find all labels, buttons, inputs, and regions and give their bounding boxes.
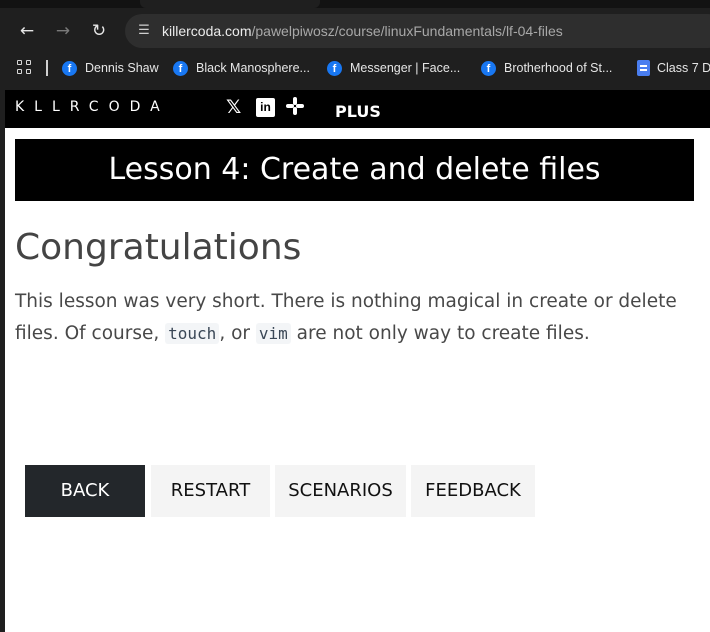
code-vim: vim [255,323,291,344]
url-path: /pawelpiwosz/course/linuxFundamentals/lf… [251,23,563,39]
back-button[interactable]: BACK [25,465,145,517]
back-arrow-icon[interactable]: ← [17,21,37,41]
page-heading: Congratulations [15,227,302,268]
text-segment: are not only way to create files. [290,323,590,344]
url-text[interactable]: killercoda.com/pawelpiwosz/course/linuxF… [162,22,563,40]
site-info-icon[interactable]: ☰ [135,22,153,40]
site-header: KLLRCODA 𝕏 in PLUS [5,90,710,128]
bookmarks-separator [46,60,48,76]
lesson-text: This lesson was very short. There is not… [15,286,695,350]
lesson-title-banner: Lesson 4: Create and delete files [15,139,694,201]
bookmark-label: Messenger | Face... [350,61,461,75]
bookmark-label: Dennis Shaw [85,61,159,75]
feedback-button[interactable]: FEEDBACK [411,465,535,517]
killercoda-logo[interactable]: KLLRCODA [15,99,170,115]
active-tab[interactable] [140,0,320,8]
x-icon[interactable]: 𝕏 [226,96,241,118]
page-content: KLLRCODA 𝕏 in PLUS Lesson 4: Create and … [5,90,710,632]
plus-link[interactable]: PLUS [335,102,381,121]
bookmark-class-7[interactable]: Class 7 D [637,58,710,78]
code-touch: touch [165,323,220,344]
facebook-icon: f [62,60,77,76]
bookmark-dennis-shaw[interactable]: f Dennis Shaw [62,58,159,78]
bookmark-label: Brotherhood of St... [504,61,613,75]
browser-chrome: ← → ↻ ☰ killercoda.com/pawelpiwosz/cours… [0,0,710,90]
apps-grid-icon[interactable] [17,60,32,75]
address-bar[interactable]: ☰ killercoda.com/pawelpiwosz/course/linu… [125,14,710,48]
forward-arrow-icon[interactable]: → [53,21,73,41]
bookmark-messenger[interactable]: f Messenger | Face... [327,58,460,78]
bookmark-black-manosphere[interactable]: f Black Manosphere... [173,58,310,78]
reload-icon[interactable]: ↻ [89,21,109,41]
url-host: killercoda.com [162,23,252,39]
restart-button[interactable]: RESTART [151,465,270,517]
bookmark-brotherhood[interactable]: f Brotherhood of St... [481,58,612,78]
slack-icon[interactable] [285,96,305,116]
facebook-icon: f [173,60,188,76]
tab-strip [0,0,710,8]
bookmarks-bar: f Dennis Shaw f Black Manosphere... f Messe… [0,55,710,81]
text-segment: , or [219,323,256,344]
doc-icon [637,60,650,76]
facebook-icon: f [481,60,496,76]
linkedin-icon[interactable]: in [256,98,275,117]
bookmark-label: Black Manosphere... [196,61,310,75]
bookmark-label: Class 7 D [657,61,710,75]
facebook-icon: f [327,60,342,76]
scenarios-button[interactable]: SCENARIOS [275,465,406,517]
